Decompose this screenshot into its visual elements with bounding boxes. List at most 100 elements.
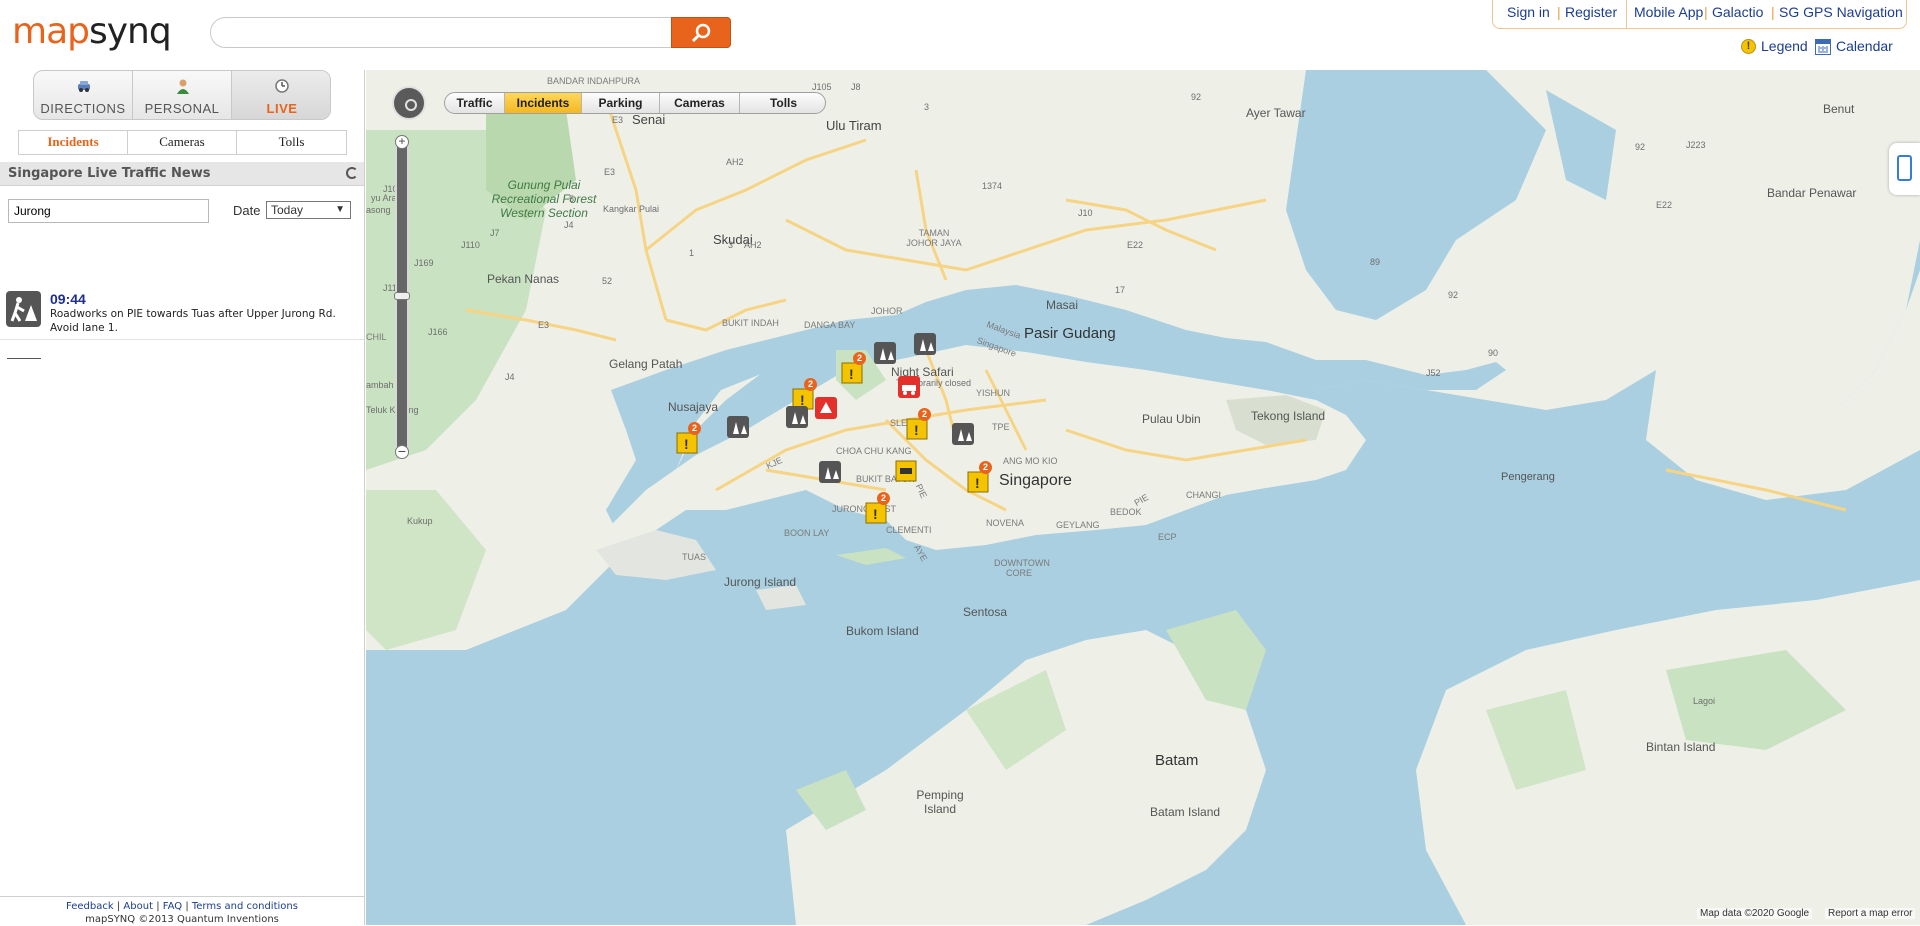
map-label: Tekong Island [1251, 409, 1326, 423]
road-shield: 1374 [982, 181, 1003, 191]
incident-warning-marker[interactable]: ! 2 [865, 492, 890, 524]
about-link[interactable]: About [123, 901, 153, 912]
count-badge: 2 [804, 378, 817, 391]
roadworks-marker[interactable] [952, 423, 974, 445]
roadworks-marker[interactable] [727, 416, 749, 438]
galactio-link[interactable]: Galactio [1712, 4, 1763, 20]
svg-text:!: ! [684, 436, 689, 452]
footer-separator: | [185, 901, 189, 912]
map-label: ANG MO KIO [1003, 456, 1058, 466]
roadworks-marker[interactable] [874, 342, 896, 364]
road-shield: J169 [414, 258, 434, 268]
map-label: DANGA BAY [804, 320, 856, 330]
map-label: ECP [1158, 532, 1177, 542]
map-label: BUKIT INDAH [722, 318, 779, 328]
incident-warning-marker[interactable]: ! 2 [906, 408, 931, 440]
map-canvas[interactable]: BANDAR INDAHPURA Senai Ulu Tiram Ayer Ta… [366, 70, 1920, 925]
road-shield: J4 [505, 372, 515, 382]
map-label: Masai [1046, 298, 1079, 312]
breakdown-marker[interactable] [898, 376, 920, 398]
subtab-incidents[interactable]: Incidents [19, 131, 128, 154]
footer: Feedback | About | FAQ | Terms and condi… [0, 896, 364, 925]
roadworks-icon [874, 342, 896, 364]
roadworks-marker[interactable] [819, 461, 841, 483]
pan-control[interactable] [392, 86, 426, 120]
map-label: Ulu Tiram [826, 118, 882, 133]
mobile-app-link[interactable]: Mobile App [1634, 4, 1703, 20]
date-label: Date [233, 203, 261, 218]
zoom-in-button[interactable]: + [395, 135, 409, 149]
road-shield: 3 [728, 240, 734, 250]
map-label: CLEMENTI [886, 525, 932, 535]
roadworks-marker[interactable] [786, 406, 808, 428]
incident-description: Roadworks on PIE towards Tuas after Uppe… [50, 308, 336, 334]
map-label: BEDOK [1110, 507, 1142, 517]
dropdown-arrow-icon: ▼ [335, 204, 345, 215]
tow-truck-icon [898, 376, 920, 398]
search-input[interactable] [210, 17, 674, 48]
search-icon [691, 23, 711, 43]
maplayer-traffic[interactable]: Traffic [445, 93, 505, 113]
map-attribution: Map data ©2020 Google [1697, 908, 1813, 919]
legend-icon[interactable]: ! [1741, 39, 1756, 54]
map-label: NOVENA [986, 518, 1025, 528]
phone-icon [1897, 155, 1912, 181]
feedback-link[interactable]: Feedback [66, 901, 114, 912]
map-label: BOON LAY [784, 528, 830, 538]
incident-list-item[interactable]: 09:44 Roadworks on PIE towards Tuas afte… [0, 284, 364, 340]
road-shield: 92 [1635, 142, 1646, 152]
incident-warning-marker[interactable]: ! 2 [676, 422, 701, 454]
heavy-traffic-marker[interactable] [895, 460, 917, 482]
date-select[interactable]: Today ▼ [266, 201, 351, 219]
map-label: Kukup [407, 516, 433, 526]
maplayer-incidents[interactable]: Incidents [505, 93, 582, 113]
zoom-out-button[interactable]: − [395, 444, 409, 459]
accident-marker[interactable] [815, 397, 837, 419]
maplayer-cameras[interactable]: Cameras [660, 93, 740, 113]
map-label: ambah [366, 380, 394, 390]
incident-time: 09:44 [50, 291, 86, 307]
tab-directions[interactable]: DIRECTIONS [34, 71, 133, 119]
tab-live[interactable]: LIVE [232, 71, 330, 119]
live-subtabs: Incidents Cameras Tolls [18, 130, 347, 155]
map-label: Teluk Kerang [366, 405, 419, 415]
subtab-tolls[interactable]: Tolls [237, 131, 346, 154]
calendar-link[interactable]: Calendar [1836, 38, 1893, 54]
zoom-slider-handle[interactable] [394, 292, 410, 300]
road-shield: 52 [602, 276, 613, 286]
nav-separator: | [1771, 4, 1775, 20]
maplayer-parking[interactable]: Parking [582, 93, 660, 113]
header: mapsynq Sign in | Register Mobile App | … [0, 0, 1920, 70]
mapsynq-logo[interactable]: mapsynq [12, 12, 172, 52]
road-shield: J105 [812, 82, 832, 92]
report-map-error-link[interactable]: Report a map error [1825, 908, 1916, 919]
legend-link[interactable]: Legend [1761, 38, 1808, 54]
maplayer-tolls[interactable]: Tolls [740, 93, 825, 113]
map-label: Ayer Tawar [1246, 106, 1306, 120]
panel-header: Singapore Live Traffic News [0, 162, 364, 186]
sign-in-link[interactable]: Sign in [1507, 4, 1550, 20]
map-label: Bukom Island [846, 624, 919, 638]
mobile-app-tab[interactable] [1889, 143, 1920, 195]
incident-filter-input[interactable] [8, 199, 209, 223]
map-label: Nusajaya [668, 400, 719, 414]
subtab-cameras[interactable]: Cameras [128, 131, 237, 154]
svg-text:!: ! [849, 366, 854, 382]
road-shield: 5 [569, 194, 575, 204]
sg-gps-link[interactable]: SG GPS Navigation [1779, 4, 1903, 20]
map-label: yu Ara [371, 193, 397, 203]
incident-warning-marker[interactable]: ! 2 [841, 352, 866, 384]
roadworks-icon [819, 461, 841, 483]
road-shield: 89 [1370, 257, 1381, 267]
search-button[interactable] [671, 17, 731, 48]
incident-warning-marker[interactable]: ! 2 [967, 461, 992, 493]
count-badge: 2 [688, 422, 701, 435]
refresh-icon[interactable] [346, 167, 358, 179]
faq-link[interactable]: FAQ [163, 901, 182, 912]
register-link[interactable]: Register [1565, 4, 1617, 20]
terms-link[interactable]: Terms and conditions [192, 901, 298, 912]
roadworks-marker[interactable] [914, 333, 936, 355]
calendar-icon[interactable] [1815, 39, 1831, 55]
tab-personal[interactable]: PERSONAL [133, 71, 232, 119]
road-shield: 92 [1448, 290, 1459, 300]
